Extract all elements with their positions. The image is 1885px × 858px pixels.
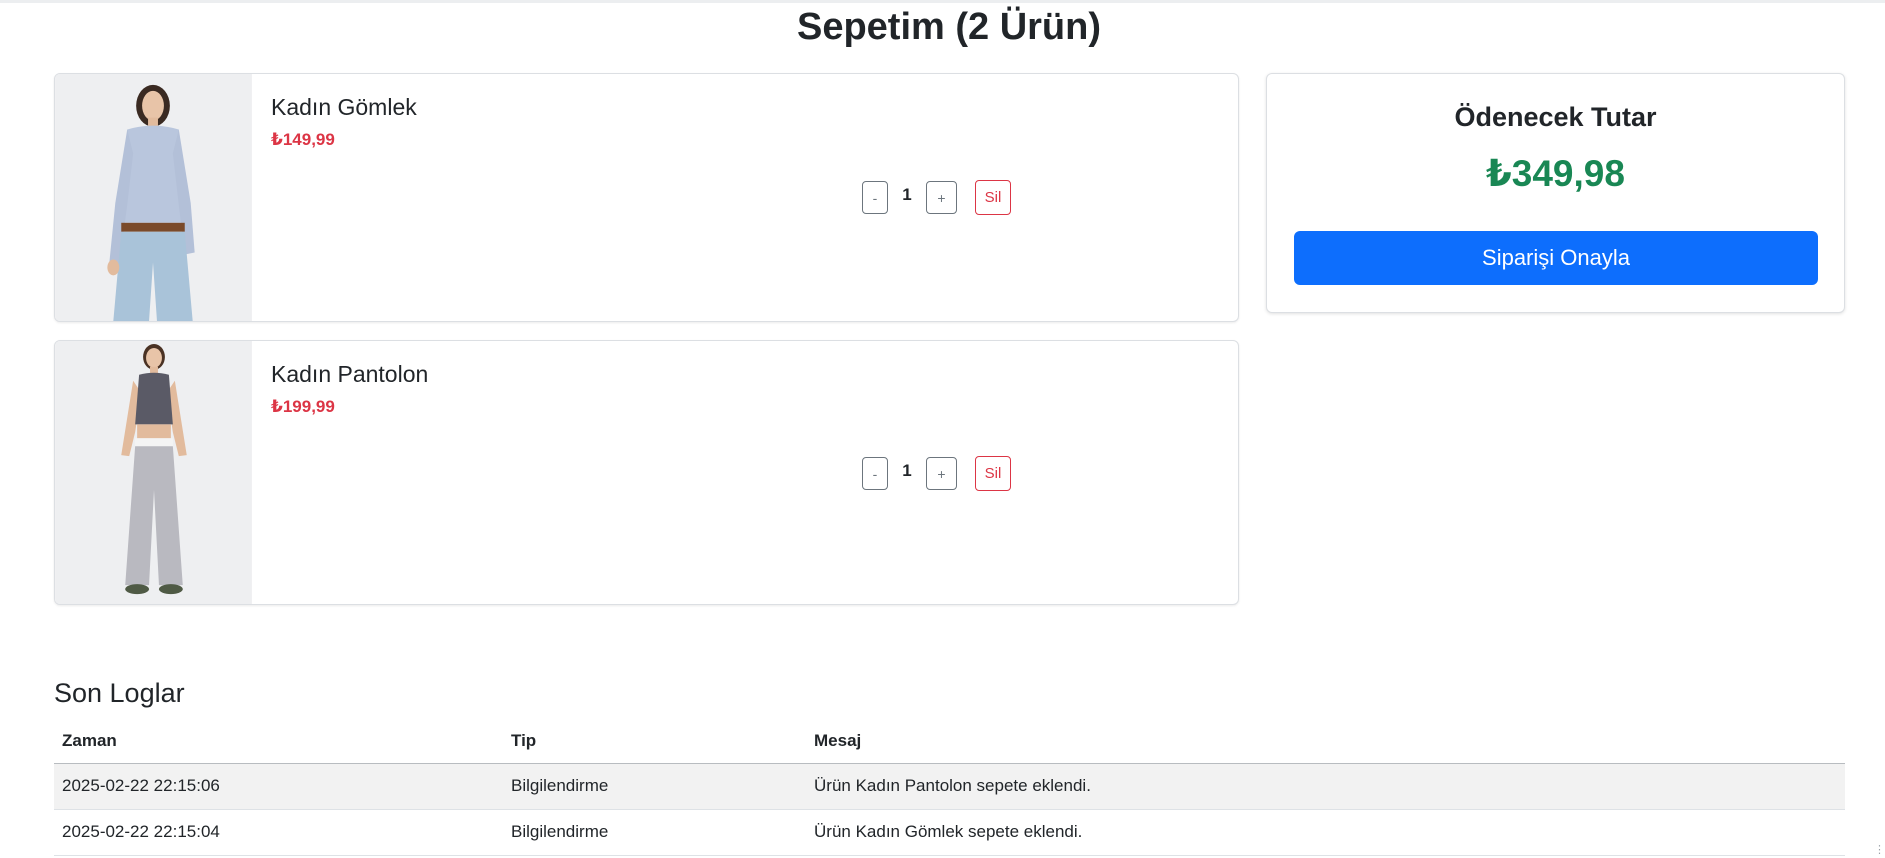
total-amount: ₺349,98 [1486,153,1625,194]
product-price: ₺149,99 [271,130,335,149]
product-image-pants [55,341,252,604]
delete-button[interactable]: Sil [975,180,1011,215]
column-header-message: Mesaj [806,720,1845,764]
log-type: Bilgilendirme [503,763,806,810]
table-header-row: Zaman Tip Mesaj [54,720,1845,764]
summary-title: Ödenecek Tutar [1454,102,1657,132]
product-name: Kadın Gömlek [271,94,417,120]
table-row: 2025-02-22 22:15:06 Bilgilendirme Ürün K… [54,763,1845,810]
table-row: 2025-02-22 22:15:04 Bilgilendirme Ürün K… [54,809,1845,856]
resize-grip-icon: ⋮ [1874,844,1885,856]
top-divider [0,0,1885,3]
quantity-controls: - 1 + Sil [862,180,1011,215]
increment-button[interactable]: + [926,457,957,490]
log-message: Ürün Kadın Pantolon sepete eklendi. [806,763,1845,810]
log-time: 2025-02-22 22:15:06 [54,763,503,810]
column-header-time: Zaman [54,720,503,764]
page-title: Sepetim (2 Ürün) [796,6,1102,48]
decrement-button[interactable]: - [862,181,888,214]
quantity-controls: - 1 + Sil [862,456,1011,491]
cart-item-card: Kadın Gömlek ₺149,99 - 1 + Sil [54,73,1239,322]
log-type: Bilgilendirme [503,809,806,856]
delete-button[interactable]: Sil [975,456,1011,491]
log-time: 2025-02-22 22:15:04 [54,809,503,856]
product-name: Kadın Pantolon [271,361,429,387]
log-message: Ürün Kadın Gömlek sepete eklendi. [806,809,1845,856]
order-summary-card: Ödenecek Tutar ₺349,98 Siparişi Onayla [1266,73,1845,313]
column-header-type: Tip [503,720,806,764]
product-price: ₺199,99 [271,397,335,416]
decrement-button[interactable]: - [862,457,888,490]
logs-table: Zaman Tip Mesaj 2025-02-22 22:15:06 Bilg… [54,720,1845,856]
confirm-order-button[interactable]: Siparişi Onayla [1294,231,1818,285]
increment-button[interactable]: + [926,181,957,214]
quantity-value: 1 [902,460,912,480]
logs-title: Son Loglar [54,678,185,708]
product-image-shirt [55,74,252,321]
cart-item-card: Kadın Pantolon ₺199,99 - 1 + Sil [54,340,1239,605]
quantity-value: 1 [902,184,912,204]
